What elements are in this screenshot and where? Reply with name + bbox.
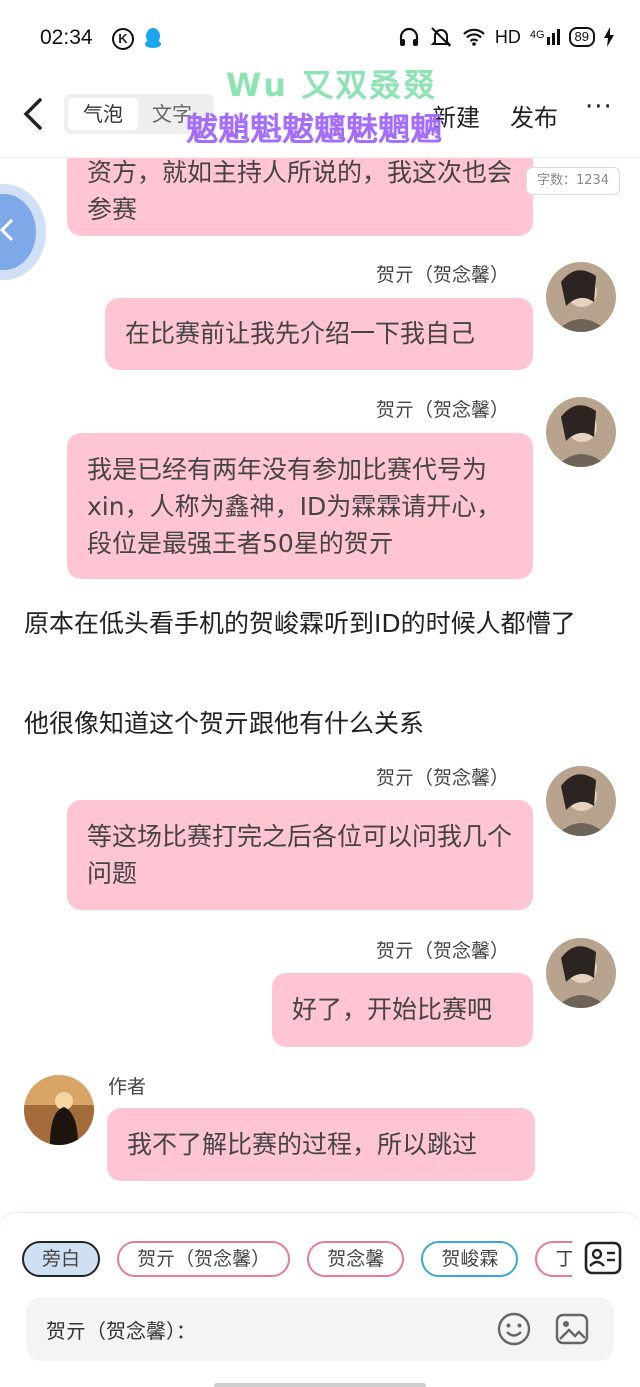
- tab-bubble[interactable]: 气泡: [68, 98, 138, 130]
- speaker-name: 贺亓（贺念馨）: [376, 264, 510, 286]
- speaker-name: 贺亓（贺念馨）: [376, 940, 510, 962]
- k-app-icon: K: [112, 28, 134, 50]
- message-text: 在比赛前让我先介绍一下我自己: [125, 319, 476, 348]
- message-text: 资方，就如主持人所说的，我这次也会参赛: [87, 158, 513, 224]
- narration-text[interactable]: 原本在低头看手机的贺峻霖听到ID的时候人都懵了: [24, 606, 624, 642]
- message-text: 等这场比赛打完之后各位可以问我几个问题: [87, 822, 513, 888]
- role-chip-list[interactable]: 旁白 贺亓（贺念馨） 贺念馨 贺峻霖 丁程: [22, 1241, 572, 1279]
- battery-indicator: 89: [568, 27, 595, 47]
- close-icon: [0, 218, 14, 242]
- publish-button[interactable]: 发布: [510, 98, 558, 133]
- image-icon[interactable]: [554, 1311, 590, 1347]
- speaker-name: 贺亓（贺念馨）: [376, 767, 510, 789]
- character-avatar-image: [546, 262, 616, 332]
- more-menu-button[interactable]: ···: [585, 92, 613, 122]
- qq-penguin-icon: [145, 28, 161, 48]
- message-bubble[interactable]: 等这场比赛打完之后各位可以问我几个问题: [67, 800, 533, 910]
- avatar[interactable]: [546, 938, 616, 1008]
- signal-label: 4G: [529, 29, 545, 41]
- floating-collapse-button[interactable]: [0, 184, 46, 280]
- role-chip[interactable]: 贺念馨: [307, 1241, 405, 1277]
- speaker-name: 作者: [108, 1076, 147, 1098]
- message-bubble[interactable]: 我不了解比赛的过程，所以跳过: [107, 1108, 535, 1181]
- avatar[interactable]: [546, 766, 616, 836]
- role-chip[interactable]: 贺峻霖: [421, 1241, 519, 1277]
- home-indicator[interactable]: [214, 1383, 426, 1387]
- message-bubble[interactable]: 我是已经有两年没有参加比赛代号为xin，人称为鑫神，ID为霖霖请开心，段位是最强…: [67, 433, 533, 579]
- role-chip-narrator[interactable]: 旁白: [22, 1241, 101, 1277]
- message-text: 我是已经有两年没有参加比赛代号为xin，人称为鑫神，ID为霖霖请开心，段位是最强…: [87, 455, 502, 558]
- signal-indicator: 4G: [530, 29, 560, 45]
- role-chip[interactable]: 贺亓（贺念馨）: [117, 1241, 291, 1277]
- word-count-badge: 字数：1234: [526, 167, 620, 195]
- message-input[interactable]: 贺亓（贺念馨）：: [26, 1297, 614, 1361]
- character-avatar-image: [546, 766, 616, 836]
- chat-area[interactable]: 资方，就如主持人所说的，我这次也会参赛 字数：1234 贺亓（贺念馨） 在比赛前…: [0, 158, 640, 1210]
- avatar[interactable]: [546, 397, 616, 467]
- composer-panel: 旁白 贺亓（贺念馨） 贺念馨 贺峻霖 丁程 贺亓（贺念馨）：: [0, 1212, 640, 1387]
- signal-bar: [551, 33, 555, 45]
- headphones-icon: [399, 27, 418, 46]
- character-avatar-image: [546, 938, 616, 1008]
- message-text: 我不了解比赛的过程，所以跳过: [127, 1130, 478, 1159]
- message-bubble[interactable]: 好了，开始比赛吧: [272, 973, 533, 1047]
- author-avatar[interactable]: [24, 1075, 94, 1145]
- wifi-icon: [463, 28, 485, 46]
- mute-bell-icon: [430, 27, 452, 47]
- avatar[interactable]: [546, 262, 616, 332]
- status-time: 02:34: [40, 26, 93, 49]
- signal-bar: [556, 29, 560, 45]
- input-speaker-prefix: 贺亓（贺念馨）：: [46, 1319, 196, 1343]
- status-right: HD 4G 89: [398, 26, 614, 48]
- network-label: HD: [494, 26, 521, 47]
- role-chip[interactable]: 丁程: [535, 1241, 572, 1277]
- character-avatar-image: [546, 397, 616, 467]
- narration-text[interactable]: 他很像知道这个贺亓跟他有什么关系: [24, 706, 624, 742]
- author-avatar-image: [24, 1075, 94, 1145]
- message-text: 好了，开始比赛吧: [292, 995, 493, 1024]
- watermark-line1: Wu 又双叒叕: [226, 66, 438, 104]
- speaker-name: 贺亓（贺念馨）: [376, 399, 510, 421]
- signal-bar: [546, 37, 550, 45]
- contact-card-icon[interactable]: [584, 1239, 622, 1277]
- message-bubble[interactable]: 资方，就如主持人所说的，我这次也会参赛: [67, 158, 533, 236]
- watermark-line2: 魃魈魁魃魑魅魍魉: [186, 110, 443, 148]
- message-bubble[interactable]: 在比赛前让我先介绍一下我自己: [105, 298, 533, 370]
- smile-icon[interactable]: [496, 1311, 532, 1347]
- chevron-left-icon[interactable]: [18, 94, 48, 134]
- charging-bolt-icon: [604, 27, 614, 47]
